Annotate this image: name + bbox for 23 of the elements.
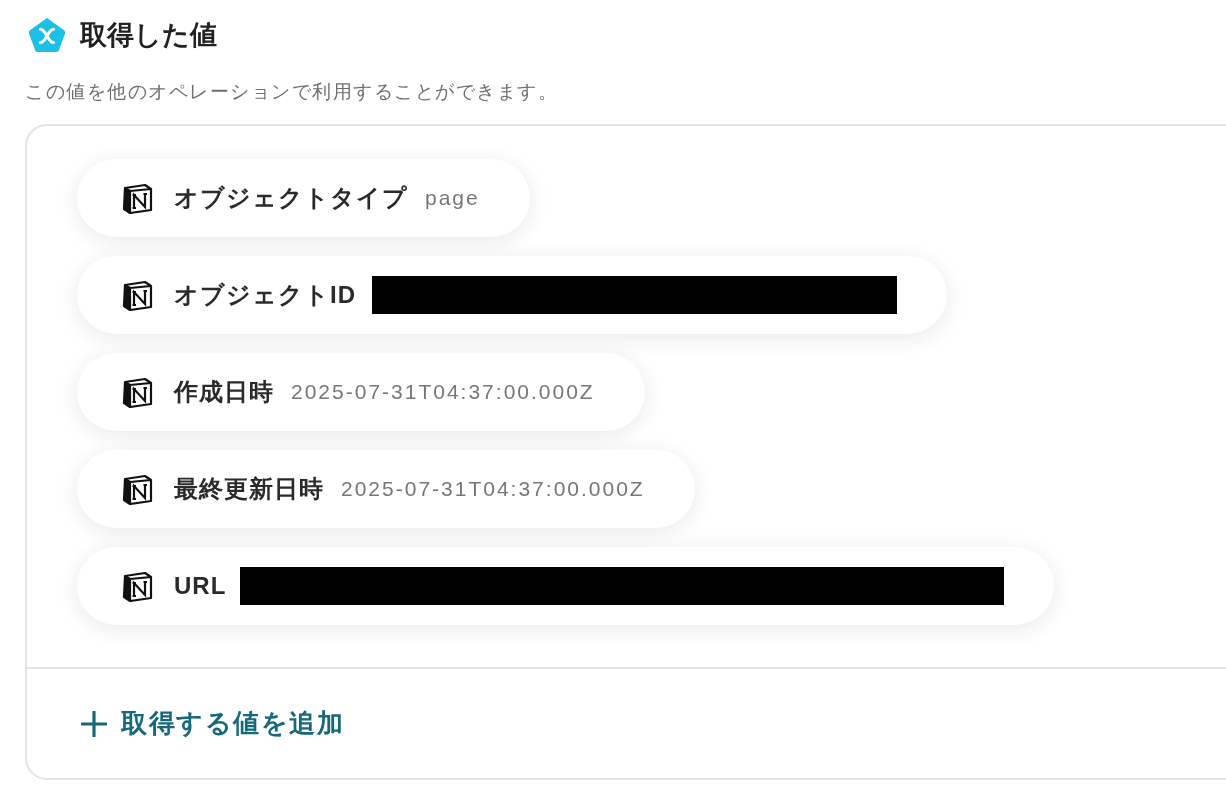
cube-icon [121, 570, 153, 602]
value-label: 作成日時 [174, 377, 274, 407]
cube-icon [121, 473, 153, 505]
section-title: 取得した値 [80, 19, 217, 52]
value-label: 最終更新日時 [174, 474, 324, 504]
logo-icon [28, 17, 66, 53]
value-chip[interactable]: オブジェクトID [77, 256, 947, 334]
add-value-button[interactable]: 取得する値を追加 [81, 706, 344, 741]
value-chip[interactable]: オブジェクトタイプ page [77, 159, 530, 237]
plus-icon [81, 710, 107, 737]
cube-icon [121, 182, 153, 214]
cube-icon [121, 376, 153, 408]
value-chip[interactable]: URL [77, 547, 1055, 625]
value-label: URL [174, 572, 227, 600]
value-text: page [425, 186, 480, 210]
section-description: この値を他のオペレーションで利用することができます。 [25, 80, 558, 104]
value-text: 2025-07-31T04:37:00.000Z [341, 477, 645, 501]
value-label: オブジェクトID [174, 280, 356, 310]
value-chip[interactable]: 最終更新日時 2025-07-31T04:37:00.000Z [77, 450, 695, 528]
cube-icon [121, 279, 153, 311]
value-text: 2025-07-31T04:37:00.000Z [291, 380, 595, 404]
value-label: オブジェクトタイプ [174, 183, 408, 213]
value-chip[interactable]: 作成日時 2025-07-31T04:37:00.000Z [77, 353, 645, 431]
